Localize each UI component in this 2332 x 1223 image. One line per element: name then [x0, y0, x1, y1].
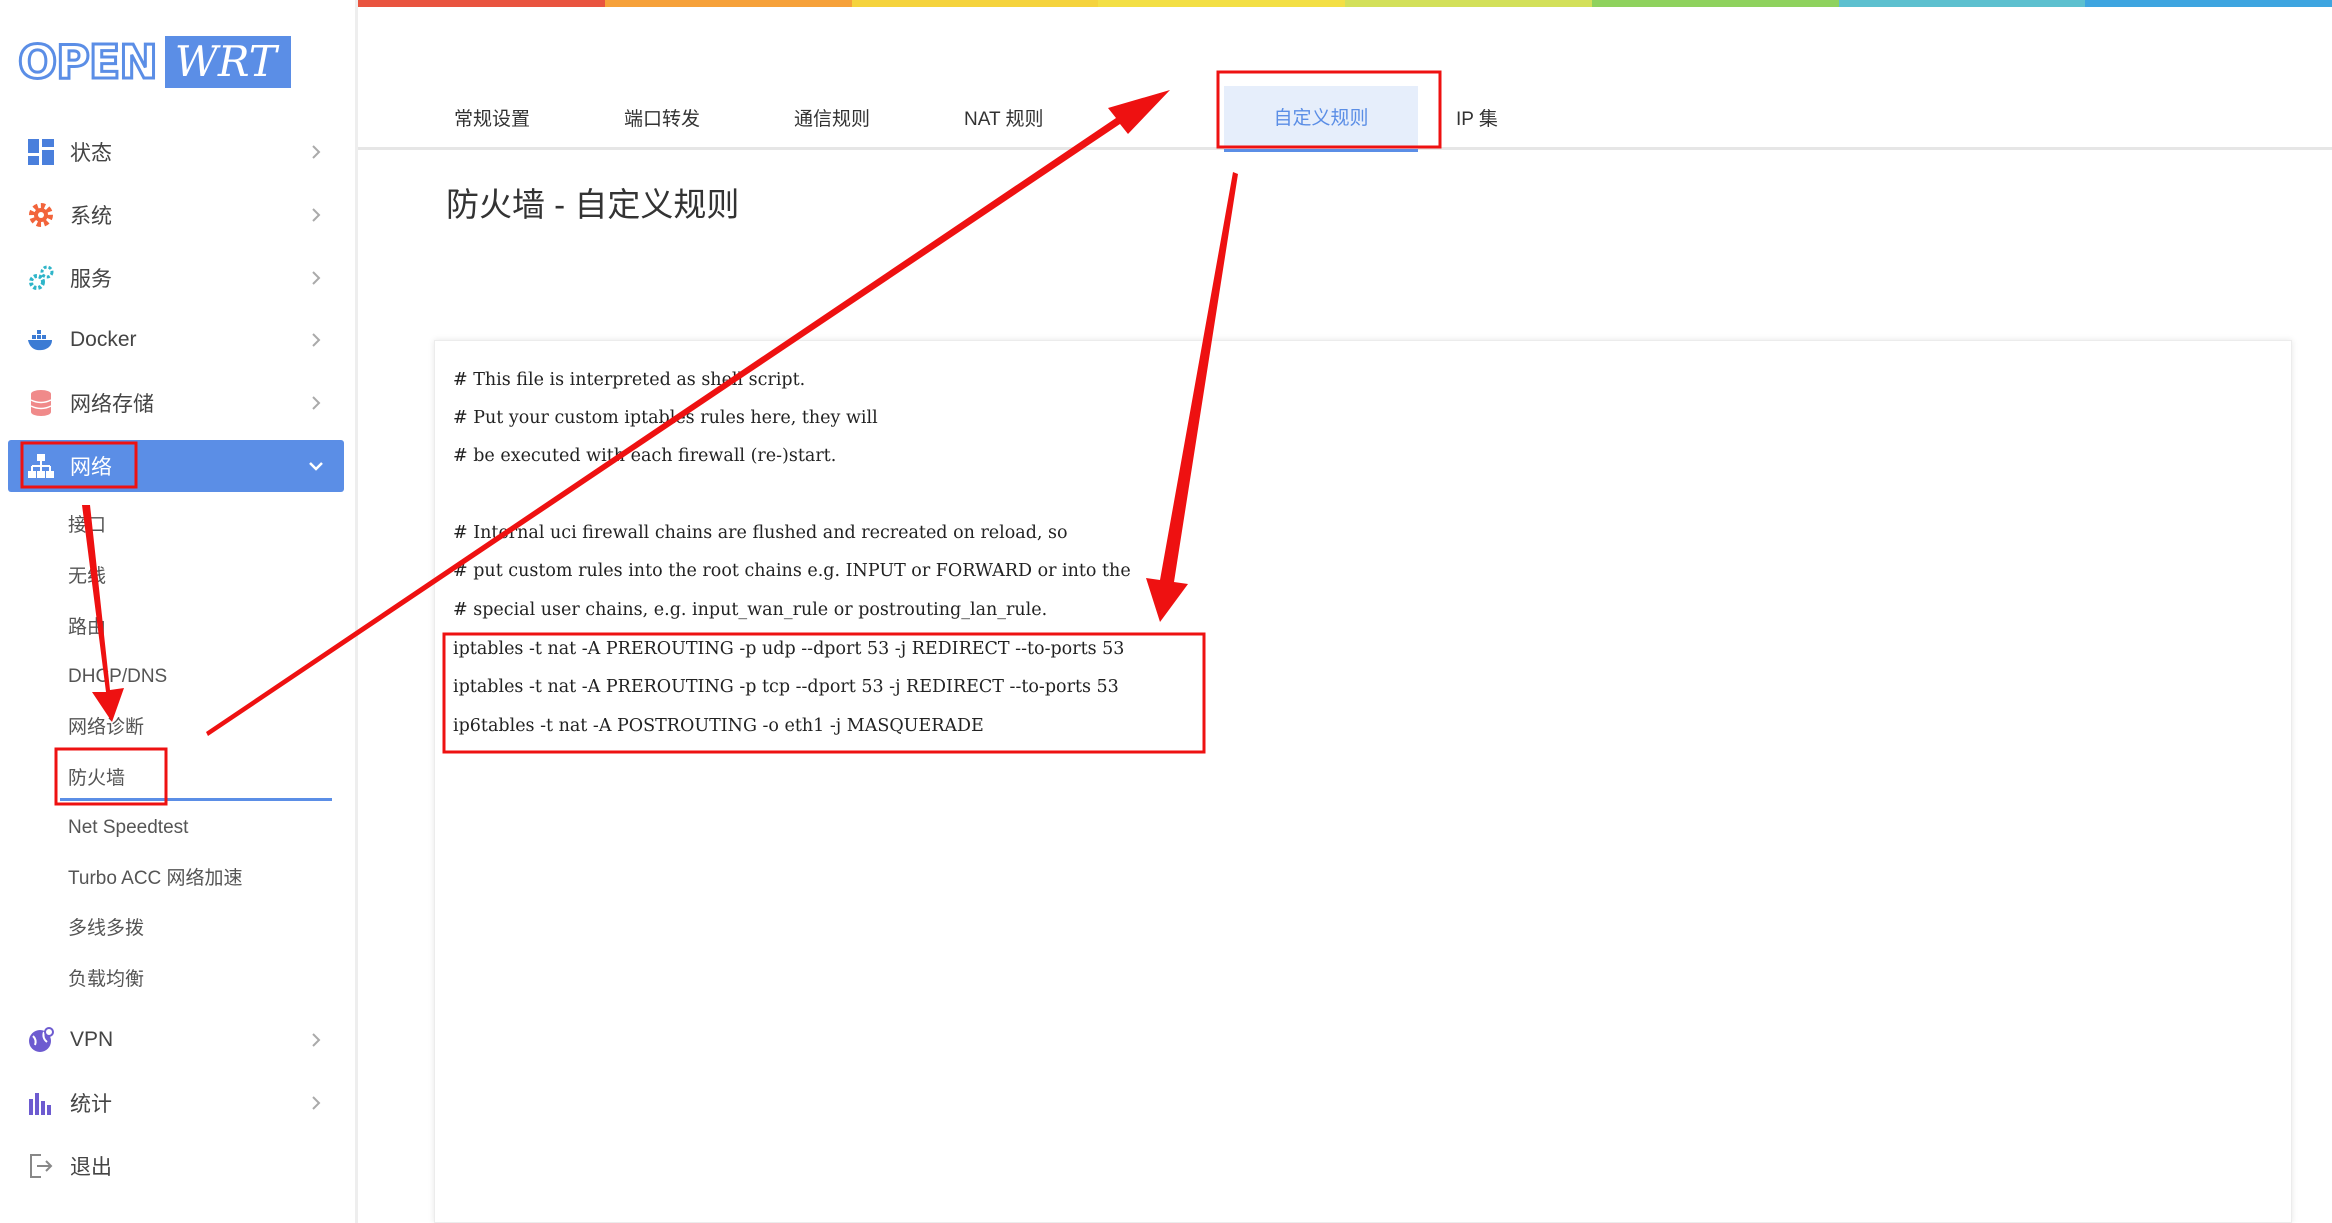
rainbow-segment: [1591, 0, 1839, 7]
tab-ip-sets[interactable]: IP 集: [1456, 100, 1498, 140]
code-line: ip6tables -t nat -A POSTROUTING -o eth1 …: [453, 716, 984, 736]
tab-traffic-rules[interactable]: 通信规则: [794, 100, 870, 140]
tab-nat-rules[interactable]: NAT 规则: [964, 100, 1044, 140]
sidebar-item-label: VPN: [70, 1028, 114, 1051]
chevron-right-icon: [312, 1033, 321, 1047]
bar-chart-icon: [26, 1088, 56, 1118]
sidebar-item-label: 系统: [70, 205, 112, 228]
logo-open-text: OPEN: [17, 35, 160, 90]
dashboard-icon: [26, 137, 56, 167]
subnav-item-load-balance[interactable]: 负载均衡: [68, 965, 144, 995]
sidebar: OPEN WRT 状态 系统 服务 Docker 网络存储 网络 接口 无线 路…: [0, 0, 358, 1223]
code-line: # Put your custom iptables rules here, t…: [453, 408, 878, 428]
openwrt-logo[interactable]: OPEN WRT: [17, 35, 291, 90]
sidebar-item-network[interactable]: 网络: [8, 440, 344, 492]
chevron-right-icon: [312, 208, 321, 222]
network-icon: [26, 451, 56, 481]
rainbow-segment: [604, 0, 852, 7]
gears-icon: [26, 263, 56, 293]
chevron-right-icon: [312, 271, 321, 285]
subnav-item-diagnostics[interactable]: 网络诊断: [68, 713, 144, 743]
vpn-globe-icon: [26, 1025, 56, 1055]
rainbow-segment: [1838, 0, 2086, 7]
tab-port-forwards[interactable]: 端口转发: [624, 100, 700, 140]
custom-rules-textarea[interactable]: # This file is interpreted as shell scri…: [434, 340, 2292, 1223]
logout-icon: [26, 1151, 56, 1181]
subnav-item-routes[interactable]: 路由: [68, 613, 106, 643]
code-line: iptables -t nat -A PREROUTING -p udp --d…: [453, 639, 1125, 659]
code-line: # put custom rules into the root chains …: [453, 561, 1131, 581]
openwrt-page: OPEN WRT 状态 系统 服务 Docker 网络存储 网络 接口 无线 路…: [0, 0, 2332, 1223]
chevron-right-icon: [312, 396, 321, 410]
subnav-active-underline: [60, 798, 332, 801]
sidebar-item-network-storage[interactable]: 网络存储: [8, 377, 344, 429]
sidebar-item-docker[interactable]: Docker: [8, 314, 344, 366]
sidebar-item-label: Docker: [70, 328, 137, 351]
sidebar-item-statistics[interactable]: 统计: [8, 1077, 344, 1129]
sidebar-item-label: 网络: [70, 456, 112, 479]
subnav-item-dhcp-dns[interactable]: DHCP/DNS: [68, 662, 167, 692]
sidebar-item-services[interactable]: 服务: [8, 252, 344, 304]
rainbow-segment: [2085, 0, 2332, 7]
docker-whale-icon: [26, 325, 56, 355]
code-line: # be executed with each firewall (re-)st…: [453, 446, 837, 466]
logo-wrt-text: WRT: [164, 36, 291, 88]
code-line: # This file is interpreted as shell scri…: [453, 370, 806, 390]
database-icon: [26, 388, 56, 418]
chevron-right-icon: [312, 333, 321, 347]
sidebar-item-label: 统计: [70, 1093, 112, 1116]
sidebar-item-status[interactable]: 状态: [8, 126, 344, 178]
rainbow-segment: [1345, 0, 1592, 7]
subnav-item-interfaces[interactable]: 接口: [68, 511, 106, 541]
tab-custom-rules[interactable]: 自定义规则: [1224, 86, 1418, 152]
sidebar-item-label: 状态: [70, 142, 112, 165]
subnav-item-net-speedtest[interactable]: Net Speedtest: [68, 813, 188, 843]
chevron-down-icon: [309, 462, 323, 471]
subnav-item-wireless[interactable]: 无线: [68, 562, 106, 592]
sidebar-item-label: 网络存储: [70, 393, 154, 416]
rainbow-segment: [358, 0, 605, 7]
gear-icon: [26, 200, 56, 230]
sidebar-item-system[interactable]: 系统: [8, 189, 344, 241]
tab-bar: 常规设置 端口转发 通信规则 NAT 规则 IP 集 自定义规则: [358, 70, 2332, 152]
sidebar-item-label: 服务: [70, 268, 112, 291]
code-line: # Internal uci firewall chains are flush…: [453, 523, 1068, 543]
subnav-item-firewall[interactable]: 防火墙: [68, 764, 125, 794]
chevron-right-icon: [312, 1096, 321, 1110]
page-title: 防火墙 - 自定义规则: [446, 186, 740, 223]
rainbow-segment: [851, 0, 1099, 7]
sidebar-item-vpn[interactable]: VPN: [8, 1014, 344, 1066]
code-line: iptables -t nat -A PREROUTING -p tcp --d…: [453, 677, 1119, 697]
sidebar-item-logout[interactable]: 退出: [8, 1140, 344, 1192]
chevron-right-icon: [312, 145, 321, 159]
code-line: # special user chains, e.g. input_wan_ru…: [453, 600, 1048, 620]
subnav-item-turbo-acc[interactable]: Turbo ACC 网络加速: [68, 864, 243, 894]
sidebar-item-label: 退出: [70, 1156, 112, 1179]
subnav-item-multi-dial[interactable]: 多线多拨: [68, 914, 144, 944]
tab-general-settings[interactable]: 常规设置: [454, 100, 530, 140]
rainbow-segment: [1098, 0, 1345, 7]
rainbow-bar: [358, 0, 2332, 7]
